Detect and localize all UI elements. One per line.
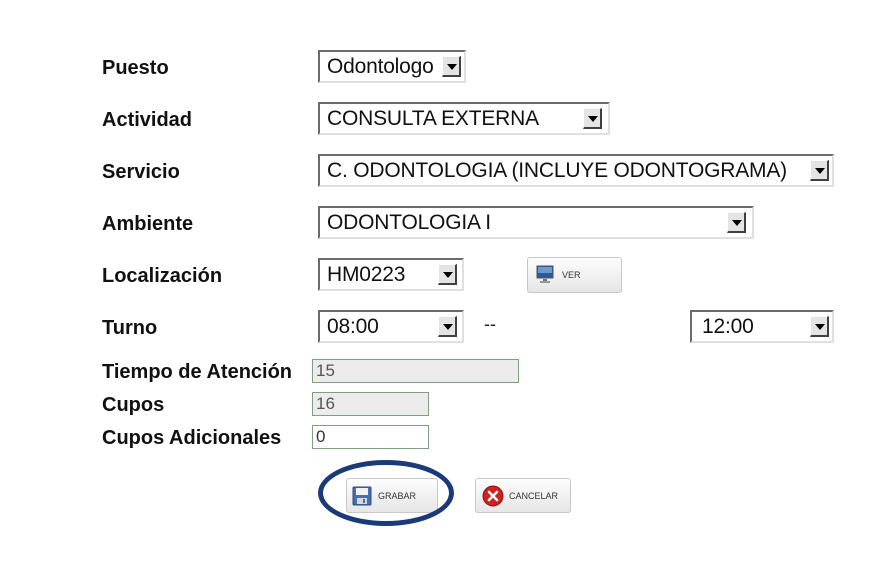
chevron-down-icon[interactable]	[438, 264, 457, 285]
turno-end-select[interactable]: 12:00	[690, 310, 834, 343]
chevron-down-icon[interactable]	[727, 212, 746, 233]
turno-separator: --	[484, 314, 496, 334]
monitor-icon	[536, 265, 556, 287]
actividad-label: Actividad	[102, 109, 193, 131]
tiempo-atencion-label: Tiempo de Atención	[102, 361, 293, 383]
cancel-x-icon	[482, 485, 504, 509]
localizacion-label: Localización	[102, 265, 223, 287]
appointment-schedule-form: Puesto Odontologo Actividad CONSULTA EXT…	[0, 0, 886, 584]
actividad-select[interactable]: CONSULTA EXTERNA	[318, 102, 610, 135]
tiempo-atencion-field: 15	[312, 359, 519, 383]
servicio-select[interactable]: C. ODONTOLOGIA (INCLUYE ODONTOGRAMA)	[318, 154, 834, 187]
turno-end-value: 12:00	[702, 315, 754, 338]
chevron-down-icon[interactable]	[442, 56, 461, 77]
servicio-value: C. ODONTOLOGIA (INCLUYE ODONTOGRAMA)	[327, 159, 787, 182]
puesto-select[interactable]: Odontologo	[318, 50, 466, 83]
ambiente-value: ODONTOLOGIA I	[327, 211, 491, 234]
puesto-value: Odontologo	[327, 55, 434, 78]
chevron-down-icon[interactable]	[810, 160, 829, 181]
ver-button-label: VER	[562, 270, 581, 280]
chevron-down-icon[interactable]	[583, 108, 602, 129]
puesto-label: Puesto	[102, 57, 169, 79]
actividad-value: CONSULTA EXTERNA	[327, 107, 539, 130]
cupos-field: 16	[312, 392, 429, 416]
chevron-down-icon[interactable]	[438, 316, 457, 337]
servicio-label: Servicio	[102, 161, 180, 183]
ambiente-select[interactable]: ODONTOLOGIA I	[318, 206, 754, 239]
localizacion-select[interactable]: HM0223	[318, 258, 464, 291]
cupos-label: Cupos	[102, 394, 165, 416]
cupos-adicionales-field[interactable]: 0	[312, 425, 429, 449]
cancelar-button-label: CANCELAR	[509, 491, 559, 501]
cupos-adicionales-label: Cupos Adicionales	[102, 427, 282, 449]
ambiente-label: Ambiente	[102, 213, 194, 235]
cancelar-button[interactable]: CANCELAR	[475, 478, 571, 513]
localizacion-value: HM0223	[327, 263, 406, 286]
turno-label: Turno	[102, 317, 158, 339]
turno-start-value: 08:00	[327, 315, 379, 338]
turno-start-select[interactable]: 08:00	[318, 310, 464, 343]
ver-button[interactable]: VER	[527, 257, 622, 293]
highlight-circle	[318, 460, 454, 526]
chevron-down-icon[interactable]	[810, 316, 829, 337]
